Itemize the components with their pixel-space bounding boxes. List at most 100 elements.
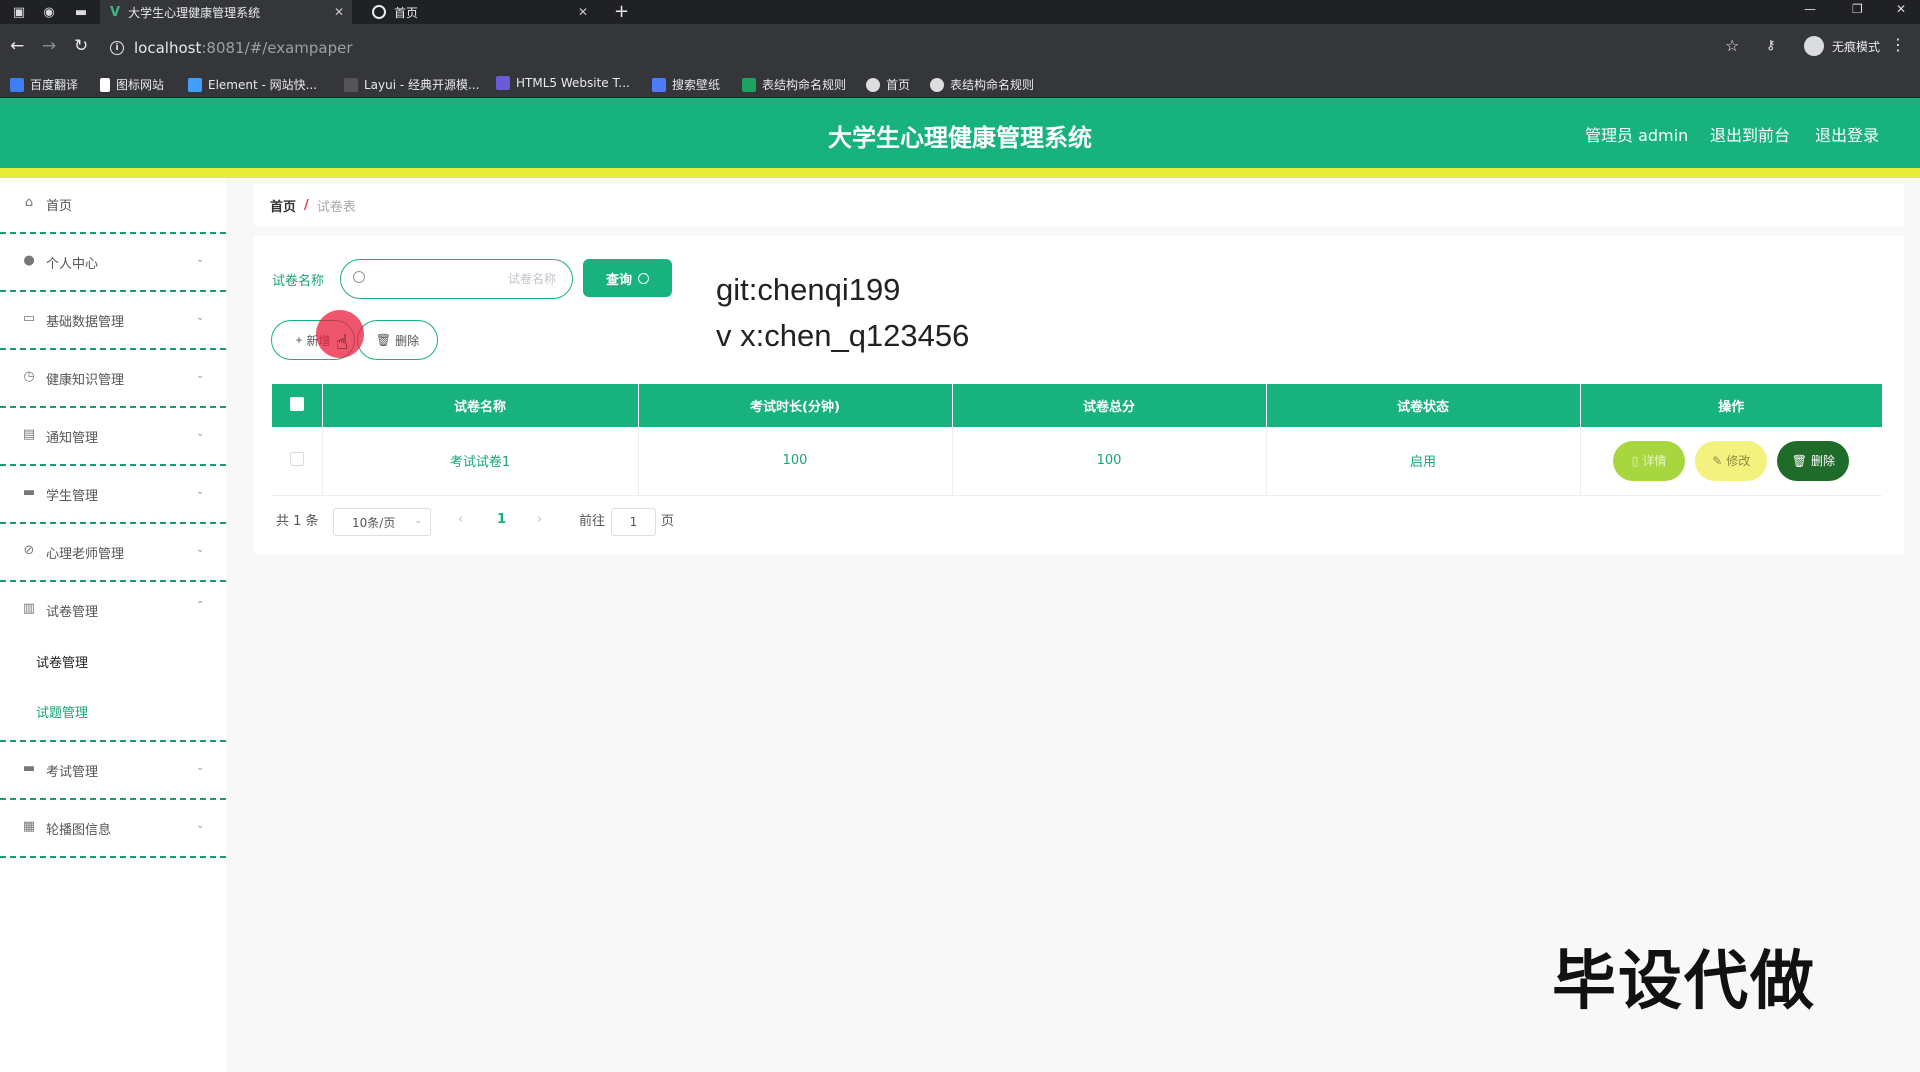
bookmark-item[interactable]: Element - 网站快... [188, 76, 317, 93]
row-delete-button[interactable]: 🗑 删除 [1777, 440, 1850, 481]
url-host: localhost [134, 39, 202, 57]
minimize-icon[interactable]: — [1804, 2, 1816, 16]
sidebar-item-personal[interactable]: ● 个人中心 ⌄ [0, 236, 226, 292]
row-select-cell [272, 427, 323, 496]
url-path: :8081/#/exampaper [201, 39, 353, 57]
vue-favicon-icon: V [110, 4, 121, 20]
bookmark-item[interactable]: 图标网站 [100, 76, 164, 93]
cell-duration: 100 [638, 427, 953, 496]
watermark-big: 毕设代做 [1552, 945, 1816, 1019]
new-tab-button[interactable]: + [614, 1, 629, 22]
sidebar-item-label: 通知管理 [46, 431, 99, 446]
chevron-up-icon: ⌃ [196, 600, 205, 611]
close-icon[interactable]: ✕ [578, 5, 588, 19]
breadcrumb: 首页 / 试卷表 [254, 184, 1904, 226]
batch-delete-button[interactable]: 🗑 删除 [357, 320, 438, 360]
breadcrumb-separator: / [304, 197, 309, 213]
goto-page-input[interactable]: 1 [611, 508, 656, 536]
message-icon: ▬ [22, 485, 36, 500]
bookmark-item[interactable]: 首页 [866, 76, 910, 93]
search-label: 试卷名称 [272, 274, 325, 289]
window-close-icon[interactable]: ✕ [1896, 2, 1906, 16]
pagination-total: 共 1 条 [276, 514, 319, 529]
browser-tab-strip: ▣ ◉ ▬ V 大学生心理健康管理系统 ✕ 首页 ✕ + — ❐ ✕ [0, 0, 1920, 24]
browser-menu-icon[interactable]: ⋮ [1890, 35, 1906, 54]
search-input-wrapper [340, 259, 573, 299]
search-input[interactable] [371, 268, 556, 290]
sidebar-item-carousel[interactable]: ▦ 轮播图信息 ⌄ [0, 802, 226, 858]
clock-icon: ◷ [23, 369, 35, 384]
sidebar-item-exams[interactable]: ▬ 考试管理 ⌄ [0, 744, 226, 800]
globe-icon[interactable]: ◉ [40, 3, 58, 21]
query-button[interactable]: 查询 [583, 259, 672, 297]
detail-button[interactable]: ▯ 详情 [1613, 440, 1686, 481]
reload-icon[interactable]: ↻ [74, 36, 88, 56]
window-icon[interactable]: ▬ [72, 3, 90, 21]
user-icon: ● [23, 253, 35, 268]
trash-icon: 🗑 [375, 333, 392, 347]
forward-arrow-icon[interactable]: → [42, 36, 56, 56]
select-all-checkbox[interactable] [289, 396, 304, 411]
plus-icon: + [295, 333, 303, 347]
prev-page-icon[interactable]: ‹ [458, 512, 463, 527]
bookmark-item[interactable]: Layui - 经典开源模... [344, 76, 479, 93]
key-icon[interactable]: ⚷ [1766, 38, 1776, 53]
bookmarks-bar: 百度翻译 图标网站 Element - 网站快... Layui - 经典开源模… [0, 70, 1920, 98]
sidebar-item-home[interactable]: ⌂ 首页 [0, 178, 226, 234]
restore-icon[interactable]: ❐ [1852, 2, 1863, 16]
page-size-select[interactable]: 10条/页 ⌄ [333, 508, 431, 536]
breadcrumb-home[interactable]: 首页 [270, 196, 296, 215]
column-header[interactable]: 试卷总分 [952, 384, 1267, 427]
sidebar-item-label: 心理老师管理 [46, 547, 125, 562]
layui-icon [344, 77, 358, 92]
submenu-item-paper-management[interactable]: 试卷管理 [36, 652, 88, 671]
incognito-profile[interactable]: 无痕模式 [1803, 36, 1880, 56]
bookmark-item[interactable]: HTML5 Website T... [496, 76, 630, 90]
admin-label: 管理员 admin [1585, 126, 1689, 145]
cell-status: 启用 [1266, 427, 1581, 496]
bookmark-star-icon[interactable]: ☆ [1725, 36, 1739, 55]
bookmark-item[interactable]: 表结构命名规则 [930, 76, 1034, 93]
sidebar-item-basic-data[interactable]: ▭ 基础数据管理 ⌄ [0, 294, 226, 350]
next-page-icon[interactable]: › [537, 512, 542, 527]
tab-active[interactable]: V 大学生心理健康管理系统 ✕ [100, 0, 352, 24]
watermark-wechat: v x:chen_q123456 [716, 318, 970, 353]
chat-icon: ▭ [22, 311, 36, 326]
sidebar-item-teachers[interactable]: ⊘ 心理老师管理 ⌄ [0, 526, 226, 582]
logout-link[interactable]: 退出登录 [1815, 122, 1879, 146]
column-header[interactable]: 考试时长(分钟) [638, 384, 953, 427]
grid-icon: ▦ [22, 819, 36, 834]
cell-paper-name: 考试试卷1 [322, 427, 639, 496]
current-page-number[interactable]: 1 [497, 512, 506, 527]
bookmark-item[interactable]: 搜索壁纸 [652, 76, 720, 93]
profile-label: 无痕模式 [1831, 39, 1880, 54]
sidebar-item-students[interactable]: ▬ 学生管理 ⌄ [0, 468, 226, 524]
back-arrow-icon[interactable]: ← [10, 36, 24, 56]
hand-cursor-icon: ☝ [336, 330, 349, 354]
sidebar-item-health-knowledge[interactable]: ◷ 健康知识管理 ⌄ [0, 352, 226, 408]
chevron-down-icon: ⌄ [196, 820, 205, 831]
incognito-icon [1803, 36, 1824, 56]
chevron-down-icon: ⌄ [196, 370, 205, 381]
exam-paper-table: 试卷名称 考试时长(分钟) 试卷总分 试卷状态 操作 考试试卷1 100 100… [272, 384, 1882, 496]
submenu-item-question-management[interactable]: 试题管理 [36, 702, 88, 721]
column-header[interactable]: 试卷名称 [322, 384, 639, 427]
globe-favicon-icon [372, 5, 386, 19]
tab-search-icon[interactable]: ▣ [10, 3, 28, 21]
sidebar-item-exam-paper[interactable]: ▥ 试卷管理 ⌃ 试卷管理 试题管理 [0, 584, 226, 742]
info-icon[interactable]: i [110, 41, 124, 55]
edit-button[interactable]: ✎ 修改 [1695, 440, 1768, 481]
sidebar-item-notice[interactable]: ▤ 通知管理 ⌄ [0, 410, 226, 466]
url-field[interactable]: i localhost :8081/#/exampaper [110, 34, 1730, 62]
goto-label: 前往 [579, 514, 606, 529]
row-checkbox[interactable] [289, 451, 304, 466]
tab-home[interactable]: 首页 ✕ [362, 0, 596, 24]
bookmark-item[interactable]: 表结构命名规则 [742, 76, 846, 93]
wallpaper-icon [652, 77, 666, 92]
column-header[interactable]: 试卷状态 [1266, 384, 1581, 427]
close-icon[interactable]: ✕ [334, 5, 344, 19]
bookmark-item[interactable]: 百度翻译 [10, 76, 78, 93]
document-icon: ▯ [1631, 453, 1639, 468]
back-to-front-link[interactable]: 退出到前台 [1710, 122, 1790, 146]
tab-title: 大学生心理健康管理系统 [128, 5, 261, 20]
